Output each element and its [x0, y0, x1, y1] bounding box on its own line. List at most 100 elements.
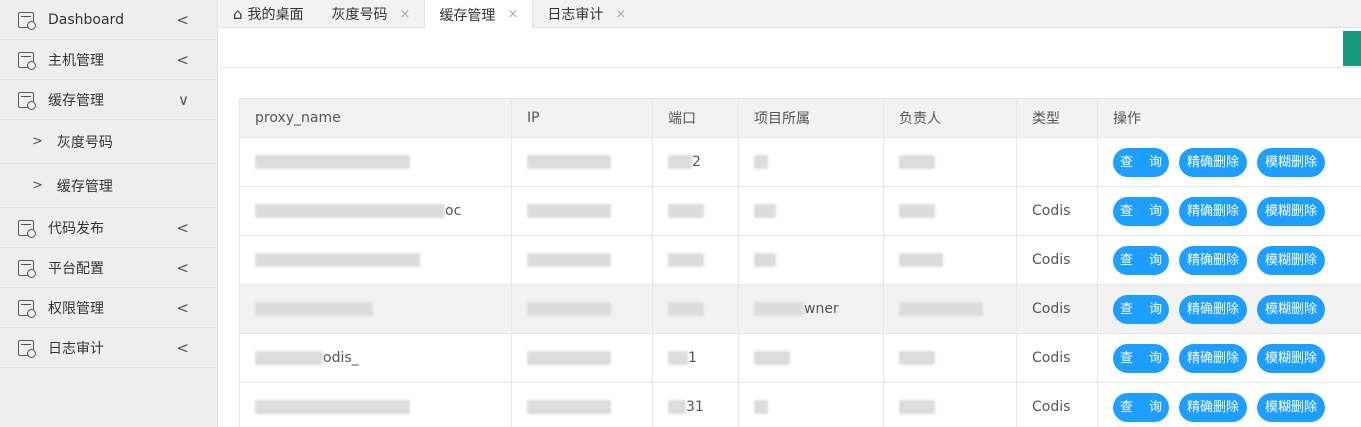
cell-text: 2 — [692, 154, 701, 170]
sidebar-subitem-gray[interactable]: > 灰度号码 — [0, 120, 217, 164]
query-button[interactable]: 查 询 — [1113, 343, 1169, 373]
fuzzy-delete-button[interactable]: 模糊删除 — [1257, 392, 1325, 422]
chevron-down-icon: ∨ — [178, 90, 189, 109]
cell-text: Codis — [1032, 399, 1071, 415]
sidebar-item-cache[interactable]: 缓存管理 ∨ — [0, 80, 217, 120]
chevron-left-icon: < — [176, 218, 189, 237]
redacted-block — [527, 302, 611, 316]
sidebar-item-host[interactable]: 主机管理 < — [0, 40, 217, 80]
table-row: Codis 查 询精确删除 模糊删除 — [239, 235, 1361, 285]
close-icon[interactable]: × — [507, 7, 518, 22]
chevron-left-icon: < — [176, 338, 189, 357]
column-header: 类型 — [1016, 98, 1098, 138]
table-cell-proxy-name — [239, 235, 512, 285]
redacted-block — [899, 155, 935, 169]
redacted-block — [754, 155, 768, 169]
query-button[interactable]: 查 询 — [1113, 392, 1169, 422]
column-header: 负责人 — [883, 98, 1017, 138]
table-cell-actions: 查 询精确删除 模糊删除 — [1097, 235, 1361, 285]
table-row: 31 Codis 查 询精确删除 模糊删除 — [239, 382, 1361, 427]
tab-label: 我的桌面 — [247, 7, 304, 23]
redacted-block — [668, 204, 704, 218]
tab-desktop[interactable]: ⌂ 我的桌面 — [219, 0, 318, 28]
sidebar-item-audit[interactable]: 日志审计 < — [0, 328, 217, 368]
query-button[interactable]: 查 询 — [1113, 294, 1169, 324]
tab-gray-number[interactable]: 灰度号码 × — [318, 0, 425, 28]
close-icon[interactable]: × — [400, 7, 411, 22]
table-row: oc Codis 查 询精确删除 模糊删除 — [239, 186, 1361, 236]
exact-delete-button[interactable]: 精确删除 — [1179, 392, 1247, 422]
redacted-block — [899, 351, 935, 365]
sidebar-item-label: 权限管理 — [48, 300, 104, 317]
redacted-block — [255, 400, 410, 414]
menu-icon — [18, 219, 36, 238]
column-header: 项目所属 — [738, 98, 884, 138]
close-icon[interactable]: × — [615, 7, 626, 22]
query-button[interactable]: 查 询 — [1113, 245, 1169, 275]
redacted-block — [899, 253, 943, 267]
divider — [219, 67, 1361, 68]
fuzzy-delete-button[interactable]: 模糊删除 — [1257, 245, 1325, 275]
redacted-block — [527, 155, 611, 169]
redacted-block — [668, 302, 704, 316]
table-cell-project: wner — [738, 284, 884, 334]
menu-icon — [18, 91, 36, 110]
table-cell-actions: 查 询精确删除 模糊删除 — [1097, 333, 1361, 383]
redacted-block — [754, 302, 804, 316]
tab-cache-management[interactable]: 缓存管理 × — [424, 0, 534, 29]
sidebar-item-dashboard[interactable]: Dashboard < — [0, 0, 217, 40]
exact-delete-button[interactable]: 精确删除 — [1179, 294, 1247, 324]
table-cell-owner — [883, 284, 1017, 334]
redacted-block — [668, 253, 704, 267]
query-button[interactable]: 查 询 — [1113, 196, 1169, 226]
sidebar-item-label: 日志审计 — [48, 340, 104, 357]
sidebar-subitem-cache[interactable]: > 缓存管理 — [0, 164, 217, 208]
cell-text: Codis — [1032, 203, 1071, 219]
tab-label: 缓存管理 — [439, 7, 496, 24]
table-cell-proxy-name: odis_ — [239, 333, 512, 383]
chevron-left-icon: < — [176, 50, 189, 69]
sidebar-item-label: 平台配置 — [48, 260, 104, 277]
exact-delete-button[interactable]: 精确删除 — [1179, 147, 1247, 177]
redacted-block — [899, 302, 983, 316]
menu-icon — [18, 299, 36, 318]
fuzzy-delete-button[interactable]: 模糊删除 — [1257, 196, 1325, 226]
tab-bar: ⌂ 我的桌面 灰度号码 × 缓存管理 × 日志审计 × — [219, 0, 1361, 29]
table-cell-owner — [883, 382, 1017, 427]
sidebar-item-permission[interactable]: 权限管理 < — [0, 288, 217, 328]
fuzzy-delete-button[interactable]: 模糊删除 — [1257, 343, 1325, 373]
table-cell-project — [738, 137, 884, 187]
cell-text: oc — [445, 203, 462, 219]
query-button[interactable]: 查 询 — [1113, 147, 1169, 177]
table-cell-project — [738, 186, 884, 236]
table-cell-type: Codis — [1016, 382, 1098, 427]
sidebar-item-deploy[interactable]: 代码发布 < — [0, 208, 217, 248]
fuzzy-delete-button[interactable]: 模糊删除 — [1257, 294, 1325, 324]
column-header: 操作 — [1097, 98, 1361, 138]
add-button[interactable] — [1343, 31, 1361, 66]
table-cell-proxy-name — [239, 284, 512, 334]
cache-table: proxy_name IP 端口 项目所属 负责人 类型 操作 2查 询精确删除… — [239, 98, 1361, 427]
exact-delete-button[interactable]: 精确删除 — [1179, 343, 1247, 373]
table-cell-ip — [511, 137, 653, 187]
table-row: 2 查 询精确删除 模糊删除 — [239, 137, 1361, 187]
tab-log-audit[interactable]: 日志审计 × — [533, 0, 640, 28]
sidebar-item-platform[interactable]: 平台配置 < — [0, 248, 217, 288]
table-cell-actions: 查 询精确删除 模糊删除 — [1097, 186, 1361, 236]
redacted-block — [255, 351, 323, 365]
table-cell-type: Codis — [1016, 284, 1098, 334]
exact-delete-button[interactable]: 精确删除 — [1179, 196, 1247, 226]
exact-delete-button[interactable]: 精确删除 — [1179, 245, 1247, 275]
redacted-block — [899, 400, 935, 414]
redacted-block — [255, 204, 445, 218]
table-cell-ip — [511, 186, 653, 236]
redacted-block — [255, 302, 373, 316]
sidebar-item-label: 缓存管理 — [48, 92, 104, 109]
fuzzy-delete-button[interactable]: 模糊删除 — [1257, 147, 1325, 177]
table-cell-owner — [883, 137, 1017, 187]
sidebar-subitem-label: 缓存管理 — [56, 178, 113, 195]
redacted-block — [754, 400, 768, 414]
table-cell-port: 31 — [652, 382, 739, 427]
chevron-right-icon: > — [32, 178, 43, 193]
menu-icon — [18, 259, 36, 278]
